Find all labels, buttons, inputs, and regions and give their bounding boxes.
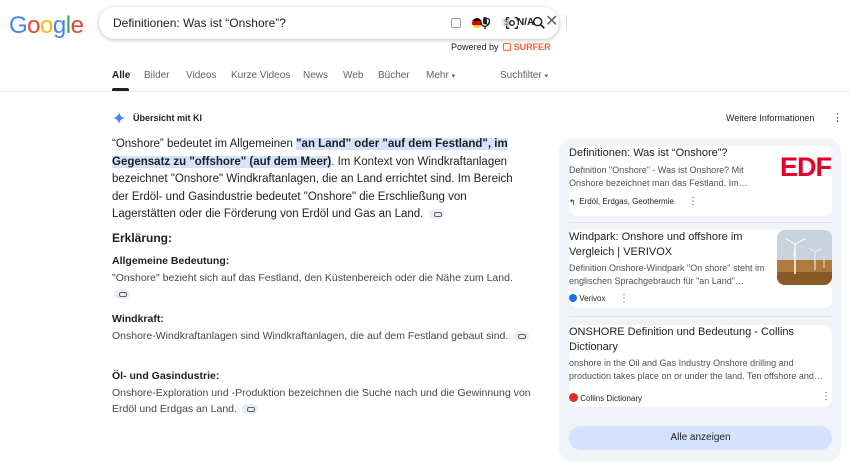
dropdown-arrow-icon: ▾ xyxy=(544,73,548,80)
source-snippet: Definition Onshore-Windpark "On shore" s… xyxy=(569,263,765,286)
link-icon[interactable] xyxy=(428,208,445,219)
source-attribution: ↰ Erdöl, Erdgas, Geothermie xyxy=(569,197,674,207)
google-logo[interactable]: Google xyxy=(9,12,84,40)
surfer-brand: SURFER xyxy=(513,42,551,52)
link-icon[interactable] xyxy=(114,288,130,299)
section-body-text: "Onshore" bezieht sich auf das Festland,… xyxy=(112,272,513,284)
more-options-icon[interactable]: ⋮ xyxy=(832,113,843,124)
source-snippet: Definition "Onshore" - Was ist Onshore? … xyxy=(569,165,748,188)
logo-letter: o xyxy=(40,12,53,39)
tab-books[interactable]: Bücher xyxy=(378,70,410,81)
tab-web[interactable]: Web xyxy=(343,70,363,81)
search-icon[interactable] xyxy=(531,15,547,31)
more-options-icon[interactable]: ⋮ xyxy=(821,391,831,402)
source-title[interactable]: Windpark: Onshore und offshore im Vergle… xyxy=(569,230,769,260)
search-box[interactable]: Definitionen: Was ist “Onshore”? 0 $ N/A… xyxy=(99,7,567,39)
lens-icon[interactable] xyxy=(504,15,520,31)
dropdown-arrow-icon: ▾ xyxy=(451,73,456,80)
source-name: Erdöl, Erdgas, Geothermie xyxy=(579,197,674,206)
surfer-icon xyxy=(503,43,512,51)
source-card[interactable]: Definitionen: Was ist “Onshore”? Definit… xyxy=(569,146,832,216)
logo-letter: e xyxy=(70,12,84,39)
card-divider xyxy=(569,316,832,317)
ai-answer-paragraph: “Onshore” bedeutet im Allgemeinen "an La… xyxy=(112,136,532,224)
edf-logo: EDF xyxy=(780,152,832,182)
section-title: Allgemeine Bedeutung: xyxy=(112,255,230,267)
tab-more[interactable]: Mehr ▾ xyxy=(426,70,455,81)
wind-turbine-image xyxy=(777,230,832,285)
section-body-text: Onshore-Exploration und -Produktion beze… xyxy=(112,387,531,415)
source-title[interactable]: Definitionen: Was ist “Onshore”? xyxy=(569,146,769,161)
header-divider xyxy=(0,91,850,92)
section-body: Onshore-Exploration und -Produktion beze… xyxy=(112,386,532,417)
source-thumbnail[interactable]: EDF xyxy=(777,146,832,201)
more-options-icon[interactable]: ⋮ xyxy=(619,293,629,304)
source-card[interactable]: ONSHORE Definition und Bedeutung - Colli… xyxy=(569,325,832,407)
section-title: Windkraft: xyxy=(112,313,164,325)
answer-intro: “Onshore” bedeutet im Allgemeinen xyxy=(112,138,297,150)
section-body: Onshore-Windkraftanlagen sind Windkrafta… xyxy=(112,329,532,345)
sparkle-icon xyxy=(112,111,126,125)
search-input[interactable]: Definitionen: Was ist “Onshore”? xyxy=(113,16,286,30)
more-info-link[interactable]: Weitere Informationen xyxy=(726,113,814,123)
section-title: Öl- und Gasindustrie: xyxy=(112,370,220,382)
explanation-heading: Erklärung: xyxy=(112,231,173,245)
powered-by-label: Powered by xyxy=(451,42,499,52)
search-filter-label: Suchfilter xyxy=(500,70,542,81)
source-title[interactable]: ONSHORE Definition und Bedeutung - Colli… xyxy=(569,325,829,355)
tab-videos[interactable]: Videos xyxy=(186,70,216,81)
checkbox-icon[interactable] xyxy=(451,18,461,28)
tab-all[interactable]: Alle xyxy=(112,70,130,81)
source-card[interactable]: Windpark: Onshore und offshore im Vergle… xyxy=(569,230,832,308)
link-icon[interactable] xyxy=(241,403,258,414)
source-name: Verivox xyxy=(579,294,606,303)
ai-overview-label: Übersicht mit KI xyxy=(133,113,203,123)
source-attribution: Verivox xyxy=(569,294,605,303)
section-body-text: Onshore-Windkraftanlagen sind Windkrafta… xyxy=(112,330,509,342)
collins-favicon-icon xyxy=(569,393,578,402)
source-favicon-icon: ↰ xyxy=(569,198,576,207)
link-icon[interactable] xyxy=(513,331,530,342)
show-all-button[interactable]: Alle anzeigen xyxy=(569,426,832,450)
tab-short-videos[interactable]: Kurze Videos xyxy=(231,70,290,81)
source-snippet: onshore in the Oil and Gas Industry Onsh… xyxy=(569,358,823,381)
microphone-icon[interactable] xyxy=(477,15,493,31)
divider xyxy=(566,15,567,31)
source-favicon-icon xyxy=(569,294,577,302)
section-body: "Onshore" bezieht sich auf das Festland,… xyxy=(112,271,532,302)
logo-letter: g xyxy=(52,12,66,39)
tab-more-label: Mehr xyxy=(426,70,449,81)
clear-icon[interactable]: ✕ xyxy=(545,14,558,30)
tab-images[interactable]: Bilder xyxy=(144,70,170,81)
source-name: Collins Dictionary xyxy=(580,394,643,403)
tab-news[interactable]: News xyxy=(303,70,328,81)
logo-letter: o xyxy=(27,12,41,39)
card-divider xyxy=(569,222,832,223)
search-tabs: Alle Bilder Videos Kurze Videos News Web… xyxy=(112,70,562,84)
powered-by[interactable]: Powered by SURFER xyxy=(451,42,551,52)
search-filter[interactable]: Suchfilter ▾ xyxy=(500,70,548,81)
more-options-icon[interactable]: ⋮ xyxy=(688,196,698,207)
logo-letter: G xyxy=(9,12,28,39)
source-attribution: Collins Dictionary xyxy=(569,393,642,403)
source-thumbnail[interactable] xyxy=(777,230,832,285)
